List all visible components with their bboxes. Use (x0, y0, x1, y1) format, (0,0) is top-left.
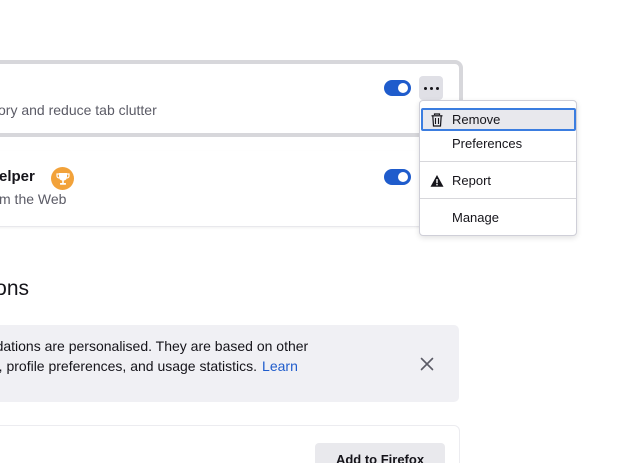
menu-item-preferences[interactable]: Preferences (421, 132, 576, 155)
notice-line-2: led, profile preferences, and usage stat… (0, 358, 258, 374)
trash-icon (431, 112, 443, 127)
warning-icon (430, 174, 444, 187)
extension-1-toggle[interactable] (384, 80, 411, 96)
menu-item-manage[interactable]: Manage (421, 206, 576, 229)
menu-item-label: Preferences (452, 136, 523, 151)
notice-text: endations are personalised. They are bas… (0, 336, 308, 376)
section-title: sions (0, 277, 30, 300)
notice-line-1: endations are personalised. They are bas… (0, 338, 309, 354)
menu-item-label: Report (452, 173, 492, 188)
extension-1-description: ory and reduce tab clutter (0, 102, 157, 118)
more-options-menu: Remove Preferences Report Manage (419, 100, 577, 236)
menu-item-label: Remove (452, 112, 501, 127)
menu-item-report[interactable]: Report (421, 169, 576, 192)
learn-more-link[interactable]: Learn (262, 358, 298, 374)
add-to-firefox-button[interactable]: Add to Firefox (315, 443, 445, 463)
recommendation-notice: endations are personalised. They are bas… (0, 325, 459, 402)
menu-separator (420, 198, 576, 199)
extension-2-toggle[interactable] (384, 169, 411, 185)
menu-item-label: Manage (452, 210, 499, 225)
extension-2-name: elper (0, 168, 35, 185)
more-dot-icon (435, 86, 439, 90)
menu-item-remove[interactable]: Remove (421, 108, 576, 131)
more-dot-icon (429, 86, 433, 90)
more-dot-icon (423, 86, 427, 90)
close-icon[interactable] (419, 356, 435, 372)
extension-2-description: m the Web (0, 191, 67, 207)
extension-card-2[interactable]: elper m the Web (0, 151, 460, 227)
trophy-badge-icon (51, 167, 74, 190)
extension-card-1[interactable]: ory and reduce tab clutter (0, 60, 463, 137)
more-options-button[interactable] (419, 76, 443, 100)
menu-separator (420, 161, 576, 162)
